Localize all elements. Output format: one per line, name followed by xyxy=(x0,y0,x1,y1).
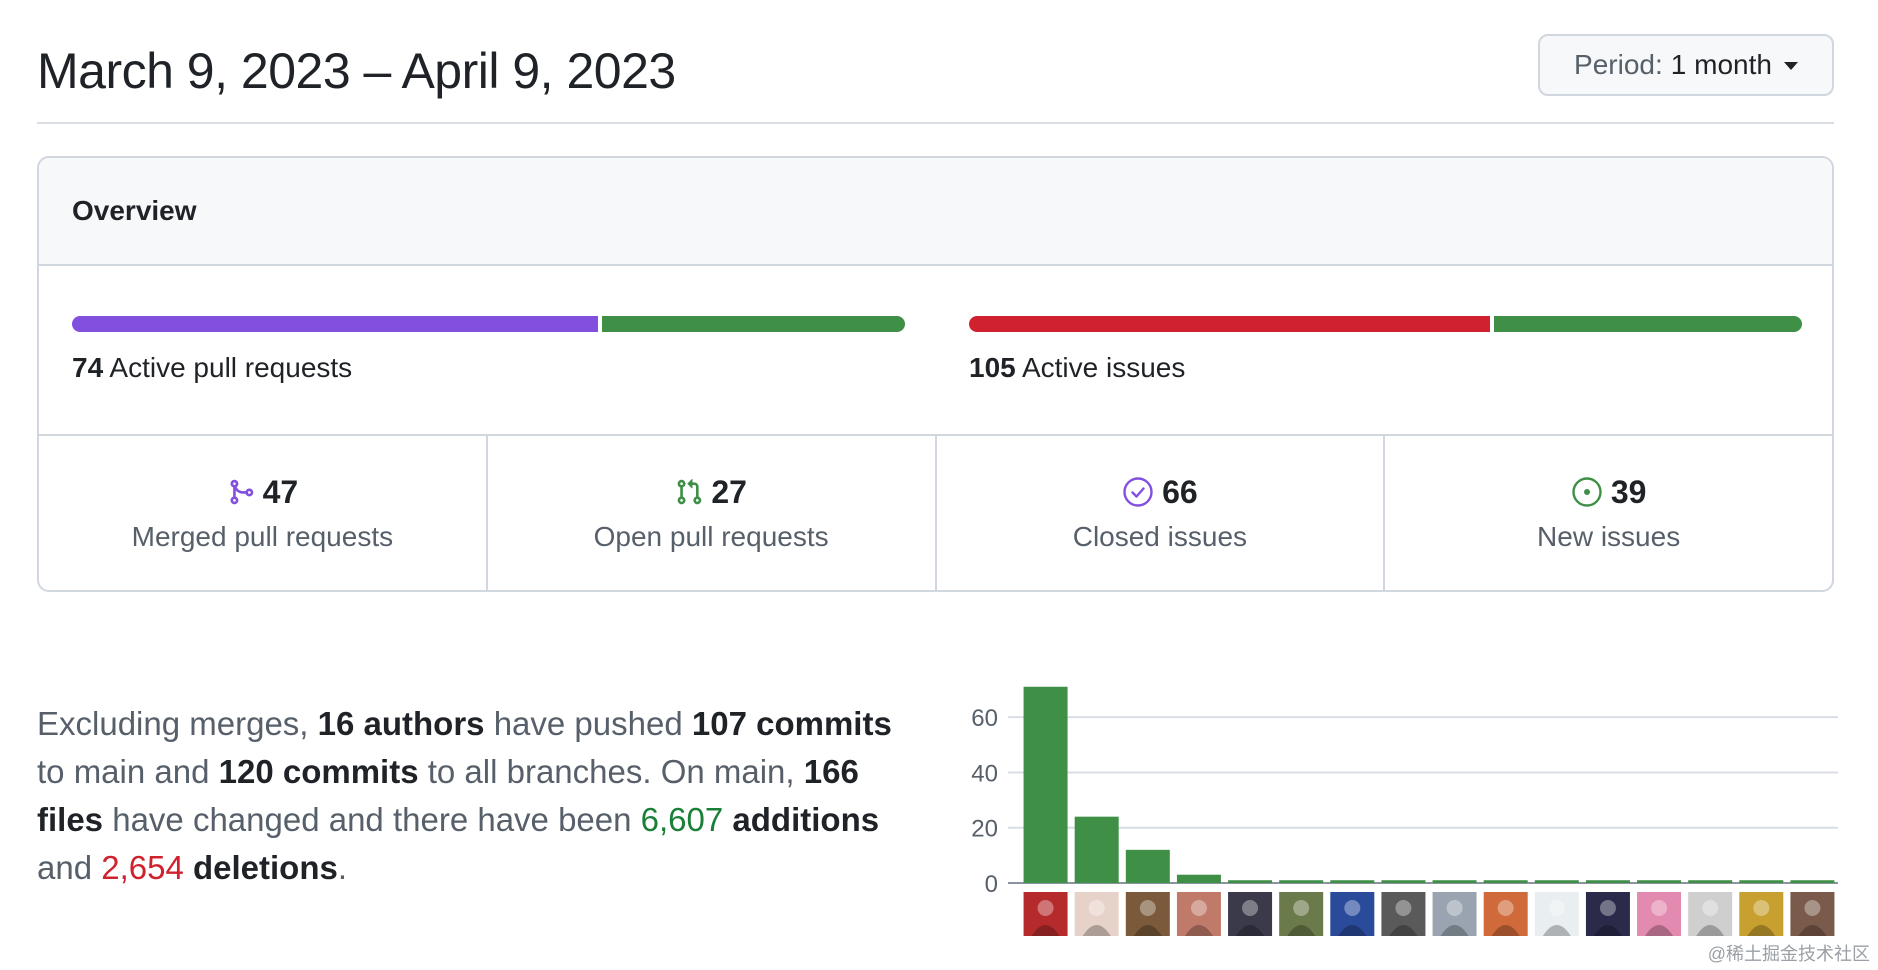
active-issues-text: Active issues xyxy=(1021,352,1186,383)
y-tick-label: 0 xyxy=(985,871,998,898)
closed-issues-value: 66 xyxy=(1162,473,1198,510)
contributor-avatar[interactable] xyxy=(1381,892,1426,936)
period-dropdown-button[interactable]: Period: 1 month xyxy=(1538,34,1834,96)
stat-open-pull-requests[interactable]: 27 Open pull requests xyxy=(488,436,937,590)
active-pull-requests-label[interactable]: 74 Active pull requests xyxy=(72,352,905,384)
deletions-word: deletions xyxy=(183,849,338,886)
overview-panel: Overview 74 Active pull requests 105 Act… xyxy=(37,156,1834,592)
summary-part: have changed and there have been xyxy=(103,801,641,838)
contributor-avatar[interactable] xyxy=(1432,892,1477,936)
active-pr-text: Active pull requests xyxy=(109,352,353,383)
pull-requests-summary[interactable]: 74 Active pull requests xyxy=(72,316,905,384)
authors-link[interactable]: 16 authors xyxy=(318,705,485,742)
contributor-bar[interactable] xyxy=(1381,880,1426,883)
active-issues-count: 105 xyxy=(969,352,1016,383)
merged-pr-label: Merged pull requests xyxy=(131,520,394,552)
commit-summary-text: Excluding merges, 16 authors have pushed… xyxy=(37,700,917,892)
contributor-avatar[interactable] xyxy=(1228,892,1273,936)
y-tick-label: 60 xyxy=(971,705,998,732)
active-issues-label[interactable]: 105 Active issues xyxy=(969,352,1802,384)
contributor-bar[interactable] xyxy=(1432,880,1477,883)
watermark: @稀土掘金技术社区 xyxy=(1707,944,1870,964)
additions-count: 6,607 xyxy=(640,801,724,838)
summary-part: to all branches. On main, xyxy=(418,753,804,790)
page-title: March 9, 2023 – April 9, 2023 xyxy=(37,43,676,99)
y-tick-label: 20 xyxy=(971,816,998,843)
contributor-avatar[interactable] xyxy=(1534,892,1579,936)
contributor-bar[interactable] xyxy=(1125,849,1170,883)
contributor-avatar[interactable] xyxy=(1483,892,1528,936)
contributor-avatar[interactable] xyxy=(1330,892,1375,936)
new-issues-segment[interactable] xyxy=(1494,316,1802,332)
period-prefix: Period: xyxy=(1574,49,1663,80)
pull-requests-progress xyxy=(72,316,905,332)
issues-summary[interactable]: 105 Active issues xyxy=(969,316,1802,384)
contributor-bar[interactable] xyxy=(1330,880,1375,883)
issue-opened-icon xyxy=(1571,476,1603,508)
additions-word: additions xyxy=(723,801,880,838)
contributor-bar[interactable] xyxy=(1023,686,1068,883)
summary-part: to main and xyxy=(37,753,219,790)
overview-stats: 47 Merged pull requests 27 Open pull req… xyxy=(39,436,1832,590)
stat-new-issues[interactable]: 39 New issues xyxy=(1385,436,1832,590)
contributors-bar-chart: 0 20 40 60 xyxy=(971,686,1838,936)
contributor-avatar[interactable] xyxy=(1125,892,1170,936)
contributor-bar[interactable] xyxy=(1228,880,1273,883)
contributor-avatar[interactable] xyxy=(1023,892,1068,936)
commits-main-link[interactable]: 107 commits xyxy=(692,705,892,742)
y-tick-label: 40 xyxy=(971,760,998,787)
contributor-avatar[interactable] xyxy=(1688,892,1733,936)
contributor-bar[interactable] xyxy=(1074,816,1119,883)
page-header: March 9, 2023 – April 9, 2023 Period: 1 … xyxy=(37,34,1834,124)
summary-part: Excluding merges, xyxy=(37,705,318,742)
contributor-bar[interactable] xyxy=(1279,880,1324,883)
contributor-bar[interactable] xyxy=(1585,880,1630,883)
stat-closed-issues[interactable]: 66 Closed issues xyxy=(937,436,1386,590)
git-pull-request-icon xyxy=(675,477,703,507)
period-value: 1 month xyxy=(1670,49,1772,80)
contributor-avatar[interactable] xyxy=(1585,892,1630,936)
merged-pr-value: 47 xyxy=(262,473,299,510)
contributor-bar[interactable] xyxy=(1790,880,1835,883)
contributor-bar[interactable] xyxy=(1534,880,1579,883)
contributor-bar[interactable] xyxy=(1483,880,1528,883)
contributor-avatar[interactable] xyxy=(1739,892,1784,936)
open-pr-value: 27 xyxy=(711,473,747,510)
contributor-avatar[interactable] xyxy=(1637,892,1682,936)
contributor-bar[interactable] xyxy=(1637,880,1682,883)
active-pr-count: 74 xyxy=(72,352,104,383)
contributor-avatar[interactable] xyxy=(1279,892,1324,936)
commits-all-link[interactable]: 120 commits xyxy=(219,753,419,790)
overview-header: Overview xyxy=(39,158,1832,266)
open-pr-segment[interactable] xyxy=(602,316,905,332)
summary-part: and xyxy=(37,849,102,886)
summary-part: have pushed xyxy=(484,705,692,742)
overview-summary-bars: 74 Active pull requests 105 Active issue… xyxy=(39,266,1832,436)
closed-issues-label: Closed issues xyxy=(1072,520,1248,552)
contributor-avatar[interactable] xyxy=(1074,892,1119,936)
deletions-count: 2,654 xyxy=(101,849,184,886)
contributor-bar[interactable] xyxy=(1176,874,1221,883)
contributor-bar[interactable] xyxy=(1739,880,1784,883)
merged-pr-segment[interactable] xyxy=(72,316,599,332)
issues-progress xyxy=(969,316,1802,332)
new-issues-label: New issues xyxy=(1537,520,1681,552)
caret-down-icon xyxy=(1783,62,1798,70)
contributor-bar[interactable] xyxy=(1688,880,1733,883)
contributor-avatar[interactable] xyxy=(1176,892,1221,936)
new-issues-value: 39 xyxy=(1610,473,1647,510)
overview-title: Overview xyxy=(72,195,197,226)
git-merge-icon xyxy=(227,477,255,507)
contributor-avatar[interactable] xyxy=(1790,892,1835,936)
issue-closed-icon xyxy=(1122,476,1154,508)
summary-part: . xyxy=(337,849,348,886)
stat-merged-pull-requests[interactable]: 47 Merged pull requests xyxy=(39,436,488,590)
open-pr-label: Open pull requests xyxy=(593,520,829,552)
closed-issues-segment[interactable] xyxy=(969,316,1491,332)
